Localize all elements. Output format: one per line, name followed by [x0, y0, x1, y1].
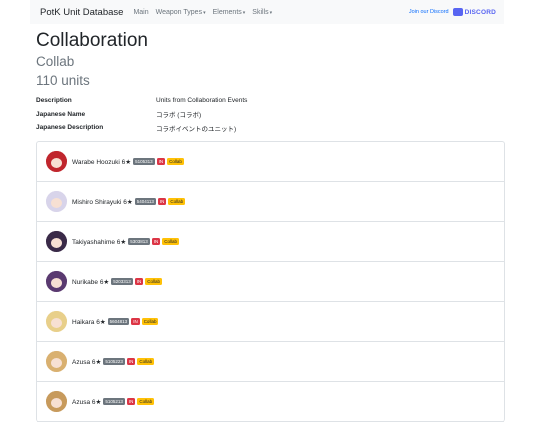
unit-name-link[interactable]: Warabe Hoozuki 6★: [72, 158, 131, 166]
unit-name-link[interactable]: Nurikabe 6★: [72, 278, 109, 286]
unit-name-link[interactable]: Azusa 6★: [72, 358, 101, 366]
list-item[interactable]: Mishiro Shirayuki 6★ 5404113 IN Collab: [37, 182, 504, 222]
chevron-down-icon: ▾: [269, 9, 273, 16]
group-badge: Collab: [137, 398, 155, 405]
list-item[interactable]: Warabe Hoozuki 6★ 5105313 IN Collab: [37, 142, 504, 182]
chevron-down-icon: ▾: [242, 9, 246, 16]
unit-avatar[interactable]: [46, 351, 67, 372]
avatar-face: [51, 278, 62, 288]
unit-id-badge: 5105213: [103, 398, 125, 405]
discord-wordmark: DISCORD: [464, 8, 496, 16]
list-item[interactable]: Haikara 6★ 5604813 IN Collab: [37, 302, 504, 342]
region-badge: IN: [151, 238, 161, 245]
list-item[interactable]: Takiyashahime 6★ 5303813 IN Collab: [37, 222, 504, 262]
brand-link[interactable]: PotK Unit Database: [40, 7, 123, 18]
avatar-face: [51, 158, 62, 168]
navbar: PotK Unit Database Main Weapon Types▾ El…: [30, 0, 504, 24]
info-value: Units from Collaboration Events: [156, 97, 248, 105]
info-key: Description: [36, 97, 72, 105]
nav-dropdown-weapon-types[interactable]: Weapon Types▾: [156, 9, 206, 16]
info-row: Japanese Description コラボイベントのユニット): [36, 121, 504, 135]
unit-count: 110 units: [36, 73, 90, 88]
unit-list: Warabe Hoozuki 6★ 5105313 IN Collab Mishiro …: [36, 141, 505, 422]
nav-link-label: Skills: [252, 8, 269, 16]
unit-id-badge: 5303813: [128, 238, 150, 245]
region-badge: IN: [157, 198, 167, 205]
nav-link-label: Main: [133, 8, 149, 16]
unit-id-badge: 5203313: [111, 278, 133, 285]
info-row: Description Units from Collaboration Eve…: [36, 94, 504, 108]
unit-avatar[interactable]: [46, 391, 67, 412]
info-row: Japanese Name コラボ (コラボ): [36, 108, 504, 122]
unit-avatar[interactable]: [46, 151, 67, 172]
unit-name-link[interactable]: Mishiro Shirayuki 6★: [72, 198, 133, 206]
unit-id-badge: 5105313: [133, 158, 155, 165]
join-discord-text: Join our Discord: [408, 9, 449, 15]
page-subtitle: Collab: [36, 54, 75, 69]
unit-avatar[interactable]: [46, 191, 67, 212]
region-badge: IN: [131, 318, 140, 325]
unit-id-badge: 5604813: [107, 318, 130, 325]
nav-dropdown-skills[interactable]: Skills▾: [252, 9, 272, 16]
unit-id-badge: 5404113: [134, 198, 156, 205]
nav-link-label: Weapon Types: [155, 8, 203, 16]
discord-link[interactable]: Join our Discord DISCORD: [409, 8, 496, 16]
group-badge: Collab: [145, 278, 163, 285]
unit-name-link[interactable]: Takiyashahime 6★: [72, 238, 126, 246]
info-key: Japanese Description: [36, 124, 104, 132]
nav-link-label: Elements: [212, 8, 242, 16]
info-key: Japanese Name: [36, 110, 86, 118]
discord-icon: [452, 8, 463, 16]
unit-id-badge: 5105223: [103, 358, 125, 365]
avatar-face: [51, 398, 62, 408]
group-badge: Collab: [141, 318, 159, 325]
list-item[interactable]: Azusa 6★ 5105213 IN Collab: [37, 382, 504, 422]
region-badge: IN: [126, 398, 136, 405]
nav-link-main[interactable]: Main: [133, 9, 148, 16]
region-badge: IN: [156, 158, 166, 165]
chevron-down-icon: ▾: [203, 9, 206, 16]
unit-avatar[interactable]: [46, 311, 67, 332]
unit-avatar[interactable]: [46, 231, 67, 252]
region-badge: IN: [134, 278, 144, 285]
group-badge: Collab: [137, 358, 155, 365]
group-badge: Collab: [162, 238, 180, 245]
page-title: Collaboration: [36, 30, 148, 51]
group-badge: Collab: [168, 198, 186, 205]
avatar-face: [51, 198, 62, 208]
avatar-face: [51, 238, 62, 248]
list-item[interactable]: Azusa 6★ 5105223 IN Collab: [37, 342, 504, 382]
avatar-face: [51, 318, 62, 328]
info-value: コラボイベントのユニット): [156, 125, 237, 133]
list-item[interactable]: Nurikabe 6★ 5203313 IN Collab: [37, 262, 504, 302]
unit-name-link[interactable]: Haikara 6★: [72, 318, 106, 326]
unit-name-link[interactable]: Azusa 6★: [72, 398, 101, 406]
unit-avatar[interactable]: [46, 271, 67, 292]
avatar-face: [51, 358, 62, 368]
info-value: コラボ (コラボ): [156, 112, 202, 120]
region-badge: IN: [126, 358, 136, 365]
info-table: Description Units from Collaboration Eve…: [36, 94, 504, 135]
nav-dropdown-elements[interactable]: Elements▾: [213, 9, 246, 16]
group-badge: Collab: [167, 158, 184, 165]
